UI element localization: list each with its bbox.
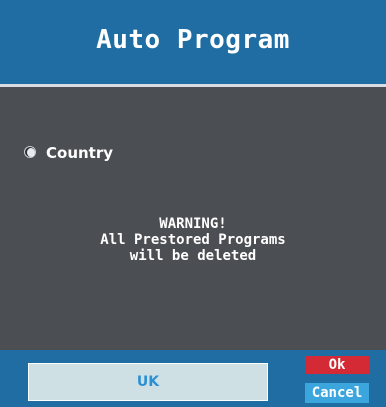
ok-button[interactable]: Ok [305,356,369,374]
cancel-button-label: Cancel [311,385,363,401]
radio-button-icon[interactable] [24,146,38,160]
dialog-footer: UK Ok Cancel [0,350,386,407]
warning-line-2: All Prestored Programs [100,232,286,248]
country-select[interactable]: UK [28,363,268,401]
country-option[interactable]: Country [24,144,113,162]
warning-line-3: will be deleted [129,248,257,264]
warning-heading: WARNING! [159,216,227,232]
auto-program-dialog: Auto Program Country WARNING! All Presto… [0,0,386,407]
title-bar: Auto Program [0,0,386,87]
dialog-title: Auto Program [96,25,290,55]
warning-message: WARNING! All Prestored Programs will be … [0,216,386,264]
cancel-button[interactable]: Cancel [305,383,369,403]
ok-button-label: Ok [328,357,346,373]
country-value: UK [136,374,160,390]
country-option-label: Country [46,144,114,162]
dialog-body: Country WARNING! All Prestored Programs … [0,87,386,350]
